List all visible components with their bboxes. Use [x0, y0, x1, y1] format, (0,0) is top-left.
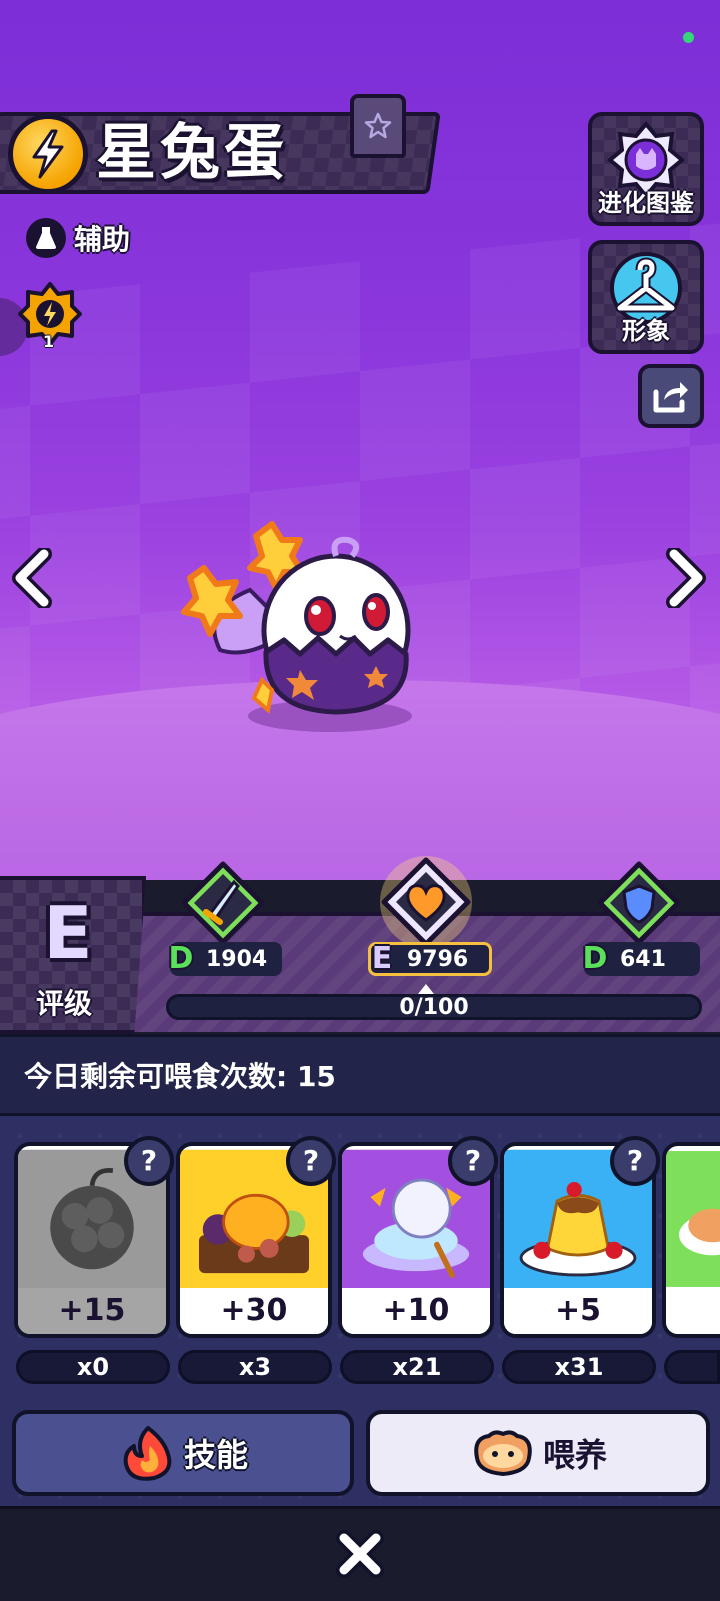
skill-label: 技能: [183, 1436, 248, 1474]
appearance-label: 形象: [622, 317, 670, 345]
share-button[interactable]: [638, 364, 704, 428]
attack-stat: D 1904: [169, 942, 282, 976]
evolution-atlas-button[interactable]: 进化图鉴: [588, 112, 704, 226]
food-help-badge[interactable]: ?: [286, 1136, 336, 1186]
pet-name: 星兔蛋: [96, 118, 288, 188]
previous-pet-arrow-icon[interactable]: [10, 548, 58, 608]
grade-letter: E: [43, 891, 93, 975]
heart-icon: [380, 856, 472, 948]
shield-icon: [597, 861, 681, 945]
food-bonus: +15: [18, 1288, 166, 1334]
attack-value: 1904: [206, 946, 268, 972]
fire-icon: [123, 1426, 172, 1481]
defense-tier: D: [582, 941, 608, 976]
bread-food-icon: [474, 1430, 532, 1476]
food-quantity: x0: [16, 1350, 170, 1384]
attack-tier: D: [168, 941, 194, 976]
food-quantity-partial: [664, 1350, 720, 1384]
favorite-star-button[interactable]: [350, 94, 406, 158]
progress-bar: 0/100: [166, 994, 702, 1020]
appearance-button[interactable]: 形象: [588, 240, 704, 354]
lightning-element-icon: [8, 114, 88, 194]
flask-icon: [26, 218, 66, 258]
hp-stat: E 9796: [368, 942, 492, 976]
skill-button[interactable]: 技能: [12, 1410, 354, 1496]
food-bonus: +30: [180, 1288, 328, 1334]
progress-text: 0/100: [399, 995, 469, 1020]
food-card-partial[interactable]: [662, 1142, 720, 1338]
food-bonus: +5: [504, 1288, 652, 1334]
grade-label: 评级: [36, 987, 93, 1020]
food-help-badge[interactable]: ?: [448, 1136, 498, 1186]
hp-value: 9796: [407, 946, 469, 972]
progress-pointer: [418, 984, 434, 994]
defense-stat: D 641: [583, 942, 700, 976]
rank-level: 1: [43, 332, 55, 351]
food-quantity: x31: [502, 1350, 656, 1384]
role-row: 辅助: [26, 218, 130, 258]
food-help-badge[interactable]: ?: [124, 1136, 174, 1186]
food-quantity: x3: [178, 1350, 332, 1384]
food-help-badge[interactable]: ?: [610, 1136, 660, 1186]
feed-button[interactable]: 喂养: [366, 1410, 710, 1496]
hp-tier: E: [371, 941, 393, 976]
food-quantity: x21: [340, 1350, 494, 1384]
defense-value: 641: [620, 946, 666, 972]
pet-character[interactable]: [180, 520, 440, 750]
close-icon[interactable]: [334, 1528, 386, 1580]
bread-icon: [666, 1151, 720, 1287]
feed-remaining-text: 今日剩余可喂食次数: 15: [24, 1060, 336, 1093]
feed-label: 喂养: [542, 1436, 607, 1474]
next-pet-arrow-icon[interactable]: [660, 548, 708, 608]
feed-remaining-bar: 今日剩余可喂食次数: 15: [0, 1034, 720, 1116]
share-icon: [653, 382, 688, 413]
evolution-atlas-label: 进化图鉴: [598, 189, 694, 217]
status-indicator-dot: [683, 32, 694, 43]
sword-icon: [181, 861, 265, 945]
food-bonus: +10: [342, 1288, 490, 1334]
role-label: 辅助: [74, 223, 131, 256]
